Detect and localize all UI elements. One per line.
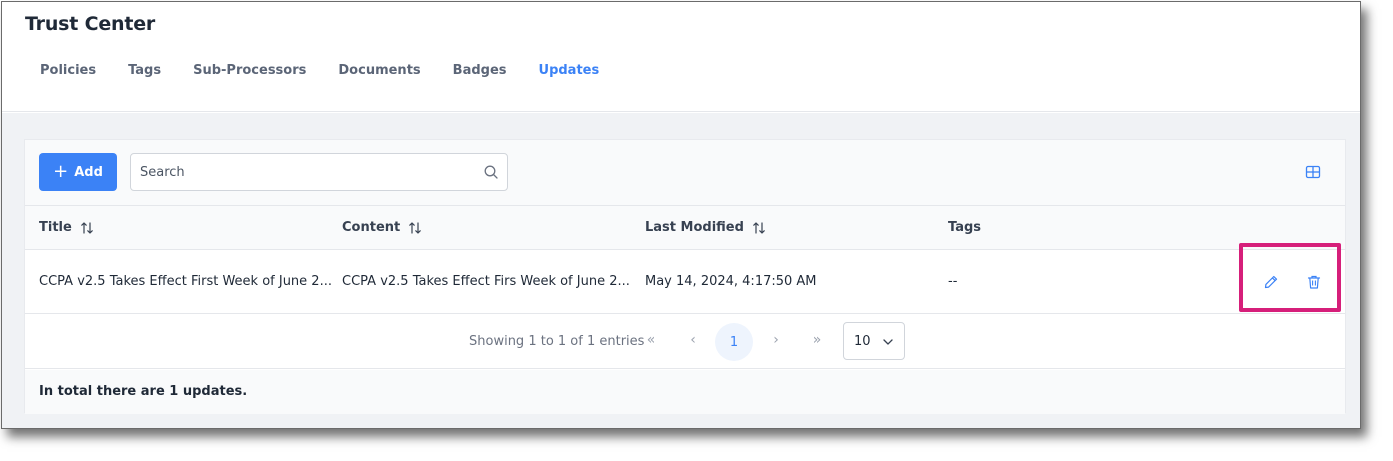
total-summary: In total there are 1 updates.: [39, 384, 248, 399]
search-input[interactable]: [131, 154, 461, 190]
column-header-last-modified[interactable]: Last Modified: [645, 220, 766, 235]
table-footer: In total there are 1 updates.: [25, 370, 1345, 414]
page-header: Trust Center Policies Tags Sub-Processor…: [2, 2, 1360, 112]
column-last-modified-label: Last Modified: [645, 220, 744, 235]
column-header-title[interactable]: Title: [39, 220, 94, 235]
chevron-down-icon: [883, 339, 893, 345]
plus-icon: +: [53, 161, 69, 182]
column-title-label: Title: [39, 220, 72, 235]
tab-sub-processors[interactable]: Sub-Processors: [193, 63, 306, 78]
sort-icon[interactable]: [80, 221, 94, 235]
app-window: Trust Center Policies Tags Sub-Processor…: [1, 1, 1361, 429]
add-button[interactable]: + Add: [39, 153, 117, 191]
tab-documents[interactable]: Documents: [338, 63, 420, 78]
search-box: [130, 153, 508, 191]
tab-tags[interactable]: Tags: [128, 63, 161, 78]
sort-icon[interactable]: [408, 221, 422, 235]
tab-policies[interactable]: Policies: [40, 63, 96, 78]
page-title: Trust Center: [25, 13, 156, 35]
row-actions-highlight: [1239, 243, 1341, 312]
column-tags-label: Tags: [948, 220, 982, 235]
sort-icon[interactable]: [752, 221, 766, 235]
next-page-button[interactable]: ›: [766, 332, 786, 348]
updates-table-card: + Add Title: [24, 139, 1346, 414]
pagination-info: Showing 1 to 1 of 1 entries: [469, 334, 645, 349]
cell-content: CCPA v2.5 Takes Effect Firs Week of June…: [342, 274, 630, 289]
current-page-button[interactable]: 1: [715, 323, 753, 361]
pagination: Showing 1 to 1 of 1 entries « ‹ 1 › » 10: [25, 315, 1345, 369]
tab-updates[interactable]: Updates: [539, 63, 600, 78]
column-header-content[interactable]: Content: [342, 220, 422, 235]
column-content-label: Content: [342, 220, 401, 235]
first-page-button[interactable]: «: [641, 332, 661, 348]
page-size-select[interactable]: 10: [843, 322, 905, 360]
tab-badges[interactable]: Badges: [453, 63, 507, 78]
table-row[interactable]: CCPA v2.5 Takes Effect First Week of Jun…: [25, 250, 1345, 314]
previous-page-button[interactable]: ‹: [683, 332, 703, 348]
tab-bar: Policies Tags Sub-Processors Documents B…: [40, 63, 631, 78]
add-button-label: Add: [74, 164, 103, 180]
cell-last-modified: May 14, 2024, 4:17:50 AM: [645, 274, 817, 289]
cell-title: CCPA v2.5 Takes Effect First Week of Jun…: [39, 274, 332, 289]
search-icon[interactable]: [483, 164, 499, 180]
last-page-button[interactable]: »: [807, 332, 827, 348]
table-header: Title Content Last Modified Tags: [25, 206, 1345, 250]
column-header-tags: Tags: [948, 220, 981, 235]
cell-tags: --: [948, 274, 958, 289]
page-size-value: 10: [854, 333, 871, 349]
grid-layout-icon[interactable]: [1305, 164, 1321, 180]
table-toolbar: + Add: [25, 140, 1345, 206]
